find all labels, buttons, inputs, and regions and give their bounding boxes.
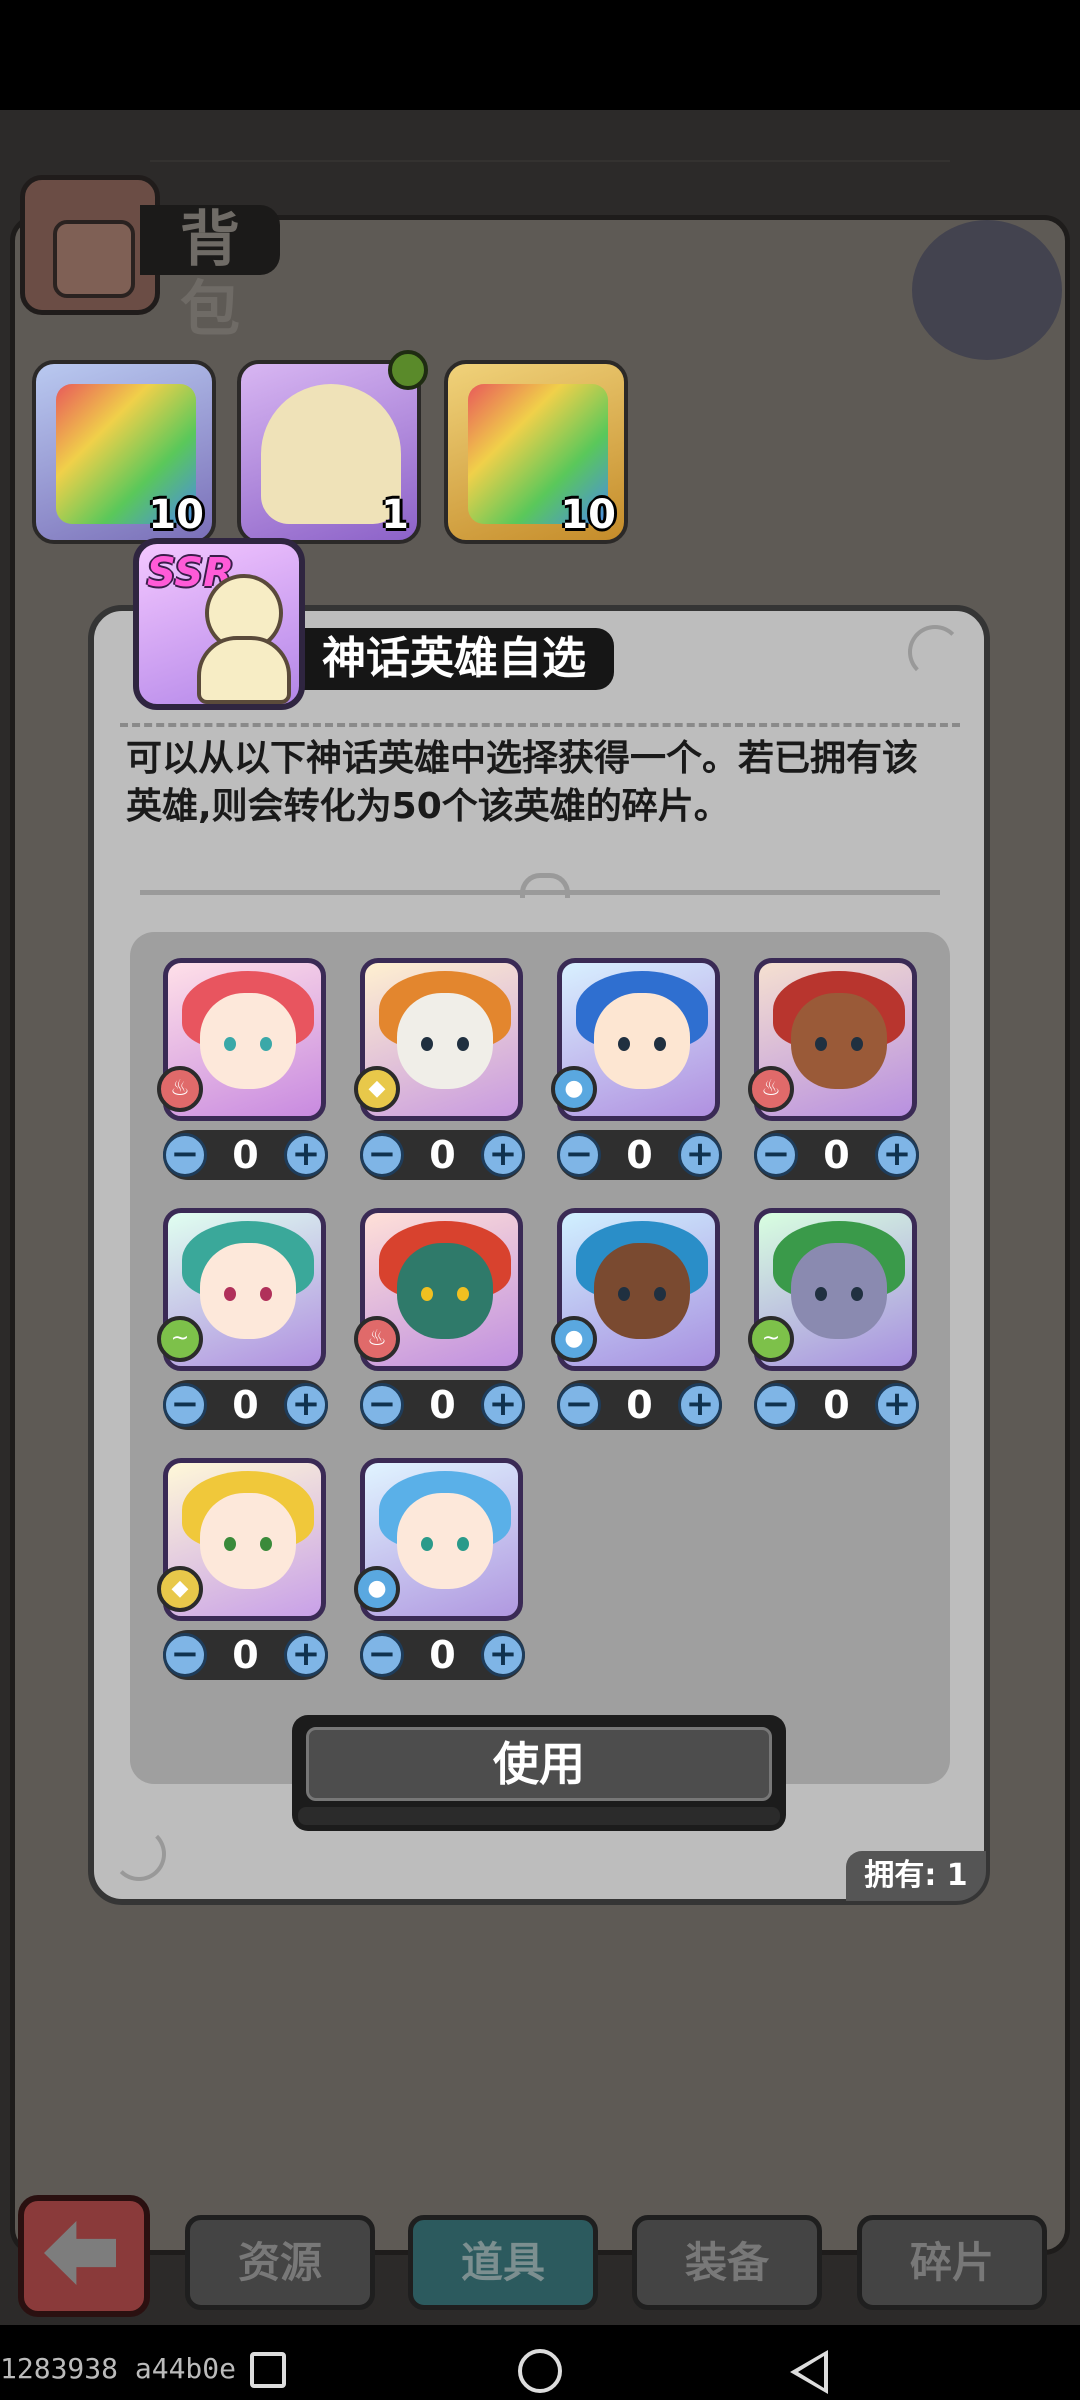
back-arrow-icon <box>44 2221 116 2285</box>
home-icon[interactable] <box>518 2349 562 2393</box>
tab-fragments[interactable]: 碎片 <box>857 2215 1047 2310</box>
description-line: 英雄,则会转化为50个该英雄的碎片。 <box>126 786 730 827</box>
decrease-button[interactable]: − <box>163 1133 207 1177</box>
water-element-icon: ● <box>354 1566 400 1612</box>
tab-items[interactable]: 道具 <box>408 2215 598 2310</box>
fire-element-icon: ♨ <box>157 1066 203 1112</box>
water-element-icon: ● <box>551 1316 597 1362</box>
ssr-hero-select-icon: SSR <box>133 538 305 710</box>
hero-card: ♨ − 0 + <box>748 958 919 1190</box>
bag-title: 背包 <box>140 205 280 345</box>
hero-card: ● − 0 + <box>354 1458 525 1690</box>
quantity-stepper: − 0 + <box>163 1130 328 1180</box>
hero-card: ♨ − 0 + <box>354 1208 525 1440</box>
ssr-hero-select-icon <box>261 384 401 524</box>
hero-silhouette-body <box>197 636 291 704</box>
corner-ornament <box>908 625 962 679</box>
fire-element-icon: ♨ <box>354 1316 400 1362</box>
item-count: 10 <box>148 492 204 538</box>
backpack-icon <box>20 175 160 315</box>
increase-button[interactable]: + <box>875 1133 919 1177</box>
decrease-button[interactable]: − <box>360 1633 404 1677</box>
quantity-stepper: − 0 + <box>557 1130 722 1180</box>
quantity-stepper: − 0 + <box>360 1380 525 1430</box>
quantity-value: 0 <box>823 1383 850 1427</box>
decrease-button[interactable]: − <box>360 1133 404 1177</box>
increase-button[interactable]: + <box>481 1133 525 1177</box>
decrease-button[interactable]: − <box>163 1383 207 1427</box>
decrease-button[interactable]: − <box>557 1133 601 1177</box>
hero-card: ~ − 0 + <box>157 1208 328 1440</box>
notification-dot <box>388 350 428 390</box>
hero-card: ● − 0 + <box>551 1208 722 1440</box>
top-decoration <box>150 160 950 174</box>
increase-button[interactable]: + <box>284 1633 328 1677</box>
quantity-value: 0 <box>232 1633 259 1677</box>
item-count: 1 <box>381 492 409 538</box>
hero-card: ◆ − 0 + <box>157 1458 328 1690</box>
increase-button[interactable]: + <box>284 1133 328 1177</box>
decrease-button[interactable]: − <box>163 1633 207 1677</box>
divider <box>120 723 960 727</box>
hero-card: ♨ − 0 + <box>157 958 328 1190</box>
quantity-value: 0 <box>626 1383 653 1427</box>
hero-card: ~ − 0 + <box>748 1208 919 1440</box>
quantity-stepper: − 0 + <box>360 1130 525 1180</box>
increase-button[interactable]: + <box>284 1383 328 1427</box>
description-line: 可以从以下神话英雄中选择获得一个。若已拥有该 <box>126 738 919 779</box>
dialog-description: 可以从以下神话英雄中选择获得一个。若已拥有该 英雄,则会转化为50个该英雄的碎片… <box>126 735 956 831</box>
hero-card: ● − 0 + <box>551 958 722 1190</box>
decrease-button[interactable]: − <box>360 1383 404 1427</box>
quantity-value: 0 <box>429 1633 456 1677</box>
decrease-button[interactable]: − <box>754 1133 798 1177</box>
back-button[interactable] <box>18 2195 150 2317</box>
quantity-stepper: − 0 + <box>163 1380 328 1430</box>
inventory-item[interactable]: 1 <box>237 360 421 544</box>
quantity-stepper: − 0 + <box>754 1380 919 1430</box>
earth-element-icon: ◆ <box>157 1566 203 1612</box>
decrease-button[interactable]: − <box>557 1383 601 1427</box>
inventory-item[interactable]: 10 <box>444 360 628 544</box>
system-back-icon[interactable] <box>790 2350 828 2394</box>
quantity-value: 0 <box>823 1133 850 1177</box>
build-id: 1283938 a44b0e <box>0 2352 237 2385</box>
quantity-stepper: − 0 + <box>557 1380 722 1430</box>
hero-card: ◆ − 0 + <box>354 958 525 1190</box>
wind-element-icon: ~ <box>748 1316 794 1362</box>
section-ornament <box>140 873 940 898</box>
tab-equipment[interactable]: 装备 <box>632 2215 822 2310</box>
hero-grid: ♨ − 0 + ◆ − 0 + ● − 0 + ♨ − 0 + ~ − 0 + … <box>130 932 950 1784</box>
earth-element-icon: ◆ <box>354 1066 400 1112</box>
fire-element-icon: ♨ <box>748 1066 794 1112</box>
quantity-stepper: − 0 + <box>360 1630 525 1680</box>
increase-button[interactable]: + <box>678 1133 722 1177</box>
inventory-item[interactable]: 10 <box>32 360 216 544</box>
dialog-title: 神话英雄自选 <box>300 628 614 690</box>
use-button-label: 使用 <box>306 1727 772 1801</box>
quantity-value: 0 <box>232 1133 259 1177</box>
owned-count: 拥有: 1 <box>846 1851 986 1901</box>
quantity-stepper: − 0 + <box>163 1630 328 1680</box>
wind-element-icon: ~ <box>157 1316 203 1362</box>
corner-decoration <box>912 220 1062 360</box>
water-element-icon: ● <box>551 1066 597 1112</box>
quantity-value: 0 <box>626 1133 653 1177</box>
increase-button[interactable]: + <box>678 1383 722 1427</box>
quantity-value: 0 <box>232 1383 259 1427</box>
increase-button[interactable]: + <box>875 1383 919 1427</box>
tab-resources[interactable]: 资源 <box>185 2215 375 2310</box>
item-count: 10 <box>560 492 616 538</box>
corner-ornament <box>112 1827 166 1881</box>
recent-apps-icon[interactable] <box>250 2352 286 2388</box>
increase-button[interactable]: + <box>481 1633 525 1677</box>
quantity-value: 0 <box>429 1383 456 1427</box>
use-button[interactable]: 使用 <box>292 1715 786 1831</box>
decrease-button[interactable]: − <box>754 1383 798 1427</box>
increase-button[interactable]: + <box>481 1383 525 1427</box>
quantity-value: 0 <box>429 1133 456 1177</box>
quantity-stepper: − 0 + <box>754 1130 919 1180</box>
